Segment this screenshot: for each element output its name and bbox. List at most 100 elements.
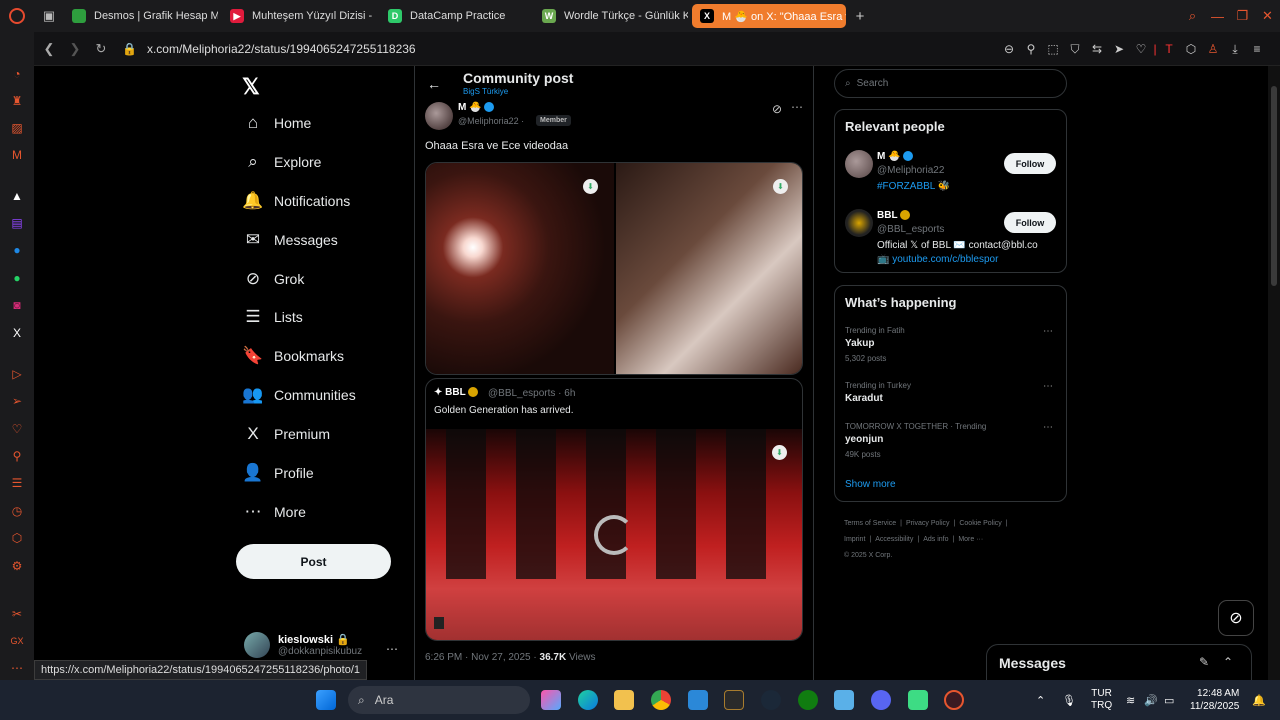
footer-link[interactable]: © 2025 X Corp. <box>844 552 892 559</box>
trend-more-icon[interactable]: ⋯ <box>1043 422 1053 433</box>
close-window-button[interactable]: ✕ <box>1255 8 1280 24</box>
opera-logo-icon[interactable] <box>0 0 34 32</box>
instagram-icon[interactable]: ◙ <box>9 297 25 313</box>
store-icon[interactable] <box>688 690 708 710</box>
grok-fab-icon[interactable]: ⊘ <box>1218 600 1254 636</box>
browser-tab[interactable]: X M 🐣 on X: "Ohaaa Esra v <box>692 4 846 28</box>
stripes-icon[interactable]: ▨ <box>9 120 25 136</box>
heart-icon[interactable]: ♡ <box>1130 42 1152 56</box>
send-icon[interactable]: ➢ <box>9 393 25 409</box>
clock[interactable]: 12:48 AM 11/28/2025 <box>1190 687 1239 713</box>
translate-icon[interactable]: ⇆ <box>1086 42 1108 56</box>
nav-item-communities[interactable]: 👥 Communities <box>242 381 355 409</box>
footer-link[interactable]: Imprint <box>844 536 865 543</box>
community-link[interactable]: BigS Türkiye <box>463 87 508 96</box>
show-hidden-icons[interactable]: ⌃ <box>1036 680 1045 720</box>
app-icon[interactable] <box>834 690 854 710</box>
pin-icon[interactable]: ⚲ <box>9 448 25 464</box>
back-arrow-icon[interactable]: ← <box>427 76 441 92</box>
person-name[interactable]: M 🐣 <box>877 151 914 162</box>
menu-icon[interactable]: ≡ <box>1246 42 1268 56</box>
tabs-icon[interactable]: ☰ <box>9 475 25 491</box>
snapshot-icon[interactable]: ⬚ <box>1042 42 1064 56</box>
search-input[interactable] <box>856 78 1037 89</box>
extensions-icon[interactable]: ⬡ <box>1180 42 1202 56</box>
notifications-icon[interactable]: 🔔 <box>1252 680 1266 720</box>
grok-icon[interactable]: ⊘ <box>772 102 782 116</box>
footer-link[interactable]: Accessibility <box>875 536 913 543</box>
x-icon[interactable]: X <box>9 325 25 341</box>
download-icon[interactable]: ⬇ <box>583 179 598 194</box>
footer-link[interactable]: Terms of Service <box>844 520 896 527</box>
start-icon[interactable] <box>316 690 336 710</box>
league-icon[interactable] <box>724 690 744 710</box>
nav-item-messages[interactable]: ✉ Messages <box>242 226 338 254</box>
trend-name[interactable]: Yakup <box>845 338 874 349</box>
nav-item-grok[interactable]: ⊘ Grok <box>242 265 304 293</box>
taskbar-search[interactable]: ⌕ Ara <box>348 686 530 714</box>
pin-icon[interactable]: ⚲ <box>1020 42 1042 56</box>
zoom-out-icon[interactable]: ⊖ <box>998 42 1020 56</box>
lock-icon[interactable]: 🔒 <box>122 42 137 56</box>
new-message-icon[interactable]: ✎ <box>1199 655 1209 669</box>
trend-name[interactable]: Karadut <box>845 393 883 404</box>
settings-icon[interactable]: ⚙ <box>9 558 25 574</box>
footer-link[interactable]: Cookie Policy <box>959 520 1001 527</box>
follow-button[interactable]: Follow <box>1004 153 1056 174</box>
show-more-link[interactable]: Show more <box>845 479 896 490</box>
quote-video[interactable]: ⬇ <box>426 429 802 640</box>
opera-gx-icon[interactable] <box>944 690 964 710</box>
download-icon[interactable]: ⬇ <box>773 179 788 194</box>
reload-button[interactable]: ↻ <box>90 41 112 57</box>
trend-name[interactable]: yeonjun <box>845 434 883 445</box>
follow-button[interactable]: Follow <box>1004 212 1056 233</box>
account-more-icon[interactable]: ⋯ <box>386 642 398 656</box>
search-box[interactable]: ⌕ <box>834 69 1067 98</box>
restore-button[interactable]: ❐ <box>1230 8 1255 24</box>
post-button[interactable]: Post <box>236 544 391 579</box>
browser-tab[interactable]: D DataCamp Practice <box>380 4 530 28</box>
avatar[interactable] <box>845 150 873 178</box>
media-photo-2[interactable]: ⬇ <box>616 163 802 374</box>
battery-icon[interactable]: ▭ <box>1164 680 1174 720</box>
person-name[interactable]: BBL <box>877 210 911 221</box>
media-photo-1[interactable]: ⬇ <box>426 163 614 374</box>
file-explorer-icon[interactable] <box>614 690 634 710</box>
footer-link[interactable]: Ads info <box>923 536 948 543</box>
send-icon[interactable]: ➤ <box>1108 42 1130 56</box>
post-more-icon[interactable]: ⋯ <box>791 100 803 114</box>
more-icon[interactable]: ⋯ <box>9 660 25 676</box>
search-tabs-icon[interactable]: ⌕ <box>1180 8 1205 24</box>
author-name[interactable]: M 🐣 <box>458 102 494 113</box>
edge-icon[interactable] <box>578 690 598 710</box>
chrome-icon[interactable] <box>651 690 671 710</box>
history-icon[interactable]: ◷ <box>9 503 25 519</box>
trend-more-icon[interactable]: ⋯ <box>1043 326 1053 337</box>
nav-item-lists[interactable]: ☰ Lists <box>242 303 302 331</box>
m-app-icon[interactable]: M <box>9 147 25 163</box>
nav-item-premium[interactable]: X Premium <box>242 420 330 448</box>
player-icon[interactable]: ▷ <box>9 366 25 382</box>
xbox-icon[interactable] <box>798 690 818 710</box>
avatar[interactable] <box>845 209 873 237</box>
wallet-icon[interactable]: ♙ <box>1202 42 1224 56</box>
nav-item-profile[interactable]: 👤 Profile <box>242 459 313 487</box>
nav-item-bookmarks[interactable]: 🔖 Bookmarks <box>242 342 344 370</box>
microphone-icon[interactable]: 🎙 <box>1062 680 1076 720</box>
extensions-icon[interactable]: ⬡ <box>9 530 25 546</box>
post-time[interactable]: 6:26 PM · Nov 27, 2025 · <box>425 652 537 663</box>
scrollbar-thumb[interactable] <box>1271 86 1277 286</box>
discord-icon[interactable] <box>871 690 891 710</box>
post-media[interactable]: ⬇ ⬇ <box>425 162 803 375</box>
language-indicator[interactable]: TUR TRQ <box>1091 688 1112 712</box>
download-icon[interactable]: ⤓ <box>1224 42 1246 57</box>
extension-tp-icon[interactable]: T <box>1158 42 1180 56</box>
speed-dial-icon[interactable]: ◔ <box>9 66 25 82</box>
wifi-icon[interactable]: ≋ <box>1126 680 1135 720</box>
browser-tab[interactable]: W Wordle Türkçe - Günlük K <box>534 4 688 28</box>
browser-tab[interactable]: ▶ Muhteşem Yüzyıl Dizisi - <box>222 4 376 28</box>
author-handle[interactable]: @Meliphoria22 · <box>458 116 524 126</box>
volume-icon[interactable]: 🔊 <box>1144 680 1158 720</box>
quoted-post[interactable]: ✦ BBL @BBL_esports · 6h Golden Generatio… <box>425 378 803 641</box>
url-field[interactable]: x.com/Meliphoria22/status/19940652472551… <box>147 42 416 56</box>
